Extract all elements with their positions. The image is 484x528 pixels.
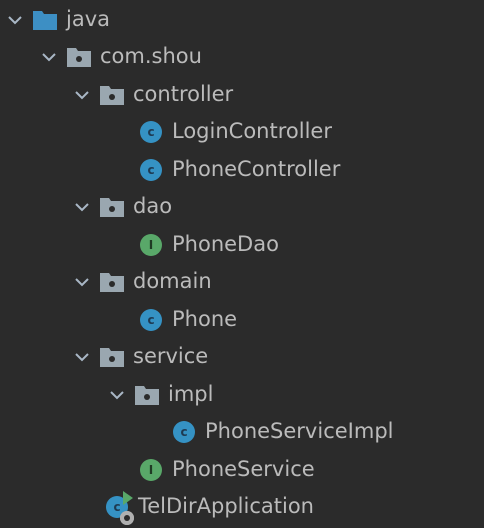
class-badge: c bbox=[140, 120, 162, 143]
tree-node-label: Phone bbox=[172, 307, 238, 331]
package-folder-icon bbox=[99, 344, 125, 370]
tree-node-tel-dir-application[interactable]: c TelDirApplication bbox=[0, 488, 484, 525]
tree-node-phone-service[interactable]: I PhoneService bbox=[0, 451, 484, 488]
package-folder-icon bbox=[99, 194, 125, 220]
tree-node-domain[interactable]: domain bbox=[0, 263, 484, 300]
tree-node-service[interactable]: service bbox=[0, 338, 484, 375]
chevron-down-icon[interactable] bbox=[73, 198, 91, 216]
source-folder-icon bbox=[32, 7, 58, 33]
tree-node-label: java bbox=[66, 7, 110, 31]
spring-boot-application-icon: c bbox=[104, 490, 134, 525]
class-badge: c bbox=[140, 308, 162, 331]
tree-node-label: service bbox=[133, 344, 209, 368]
interface-icon: I bbox=[138, 232, 164, 258]
chevron-down-icon[interactable] bbox=[73, 273, 91, 291]
tree-node-controller[interactable]: controller bbox=[0, 76, 484, 113]
interface-icon: I bbox=[138, 457, 164, 483]
class-icon: c bbox=[138, 307, 164, 333]
tree-node-phone-controller[interactable]: c PhoneController bbox=[0, 151, 484, 188]
class-icon: c bbox=[138, 157, 164, 183]
tree-node-label: TelDirApplication bbox=[138, 494, 314, 518]
package-folder-icon bbox=[99, 82, 125, 108]
tree-node-com-shou[interactable]: com.shou bbox=[0, 38, 484, 75]
class-icon: c bbox=[138, 119, 164, 145]
tree-node-label: PhoneServiceImpl bbox=[205, 419, 394, 443]
tree-node-impl[interactable]: impl bbox=[0, 376, 484, 413]
tree-node-label: com.shou bbox=[100, 44, 202, 68]
tree-node-label: PhoneService bbox=[172, 457, 315, 481]
tree-node-login-controller[interactable]: c LoginController bbox=[0, 113, 484, 150]
class-icon: c bbox=[171, 419, 197, 445]
gear-icon bbox=[120, 510, 134, 525]
interface-badge: I bbox=[140, 458, 162, 481]
tree-node-dao[interactable]: dao bbox=[0, 188, 484, 225]
chevron-down-icon[interactable] bbox=[108, 386, 126, 404]
tree-node-label: controller bbox=[133, 82, 234, 106]
package-folder-icon bbox=[134, 382, 160, 408]
tree-node-label: LoginController bbox=[172, 119, 332, 143]
package-folder-icon bbox=[66, 44, 92, 70]
class-badge: c bbox=[173, 420, 195, 443]
project-tree: java com.shou controller c LoginControll… bbox=[0, 0, 484, 528]
tree-node-label: PhoneDao bbox=[172, 232, 279, 256]
tree-node-label: domain bbox=[133, 269, 212, 293]
chevron-down-icon[interactable] bbox=[73, 86, 91, 104]
class-badge: c bbox=[140, 158, 162, 181]
interface-badge: I bbox=[140, 233, 162, 256]
chevron-down-icon[interactable] bbox=[40, 48, 58, 66]
tree-node-java[interactable]: java bbox=[0, 1, 484, 38]
tree-node-phone-dao[interactable]: I PhoneDao bbox=[0, 226, 484, 263]
tree-node-label: dao bbox=[133, 194, 173, 218]
package-folder-icon bbox=[99, 269, 125, 295]
tree-node-label: impl bbox=[168, 382, 214, 406]
chevron-down-icon[interactable] bbox=[73, 348, 91, 366]
chevron-down-icon[interactable] bbox=[6, 11, 24, 29]
tree-node-label: PhoneController bbox=[172, 157, 341, 181]
tree-node-phone[interactable]: c Phone bbox=[0, 301, 484, 338]
tree-node-phone-service-impl[interactable]: c PhoneServiceImpl bbox=[0, 413, 484, 450]
run-icon bbox=[123, 490, 133, 505]
